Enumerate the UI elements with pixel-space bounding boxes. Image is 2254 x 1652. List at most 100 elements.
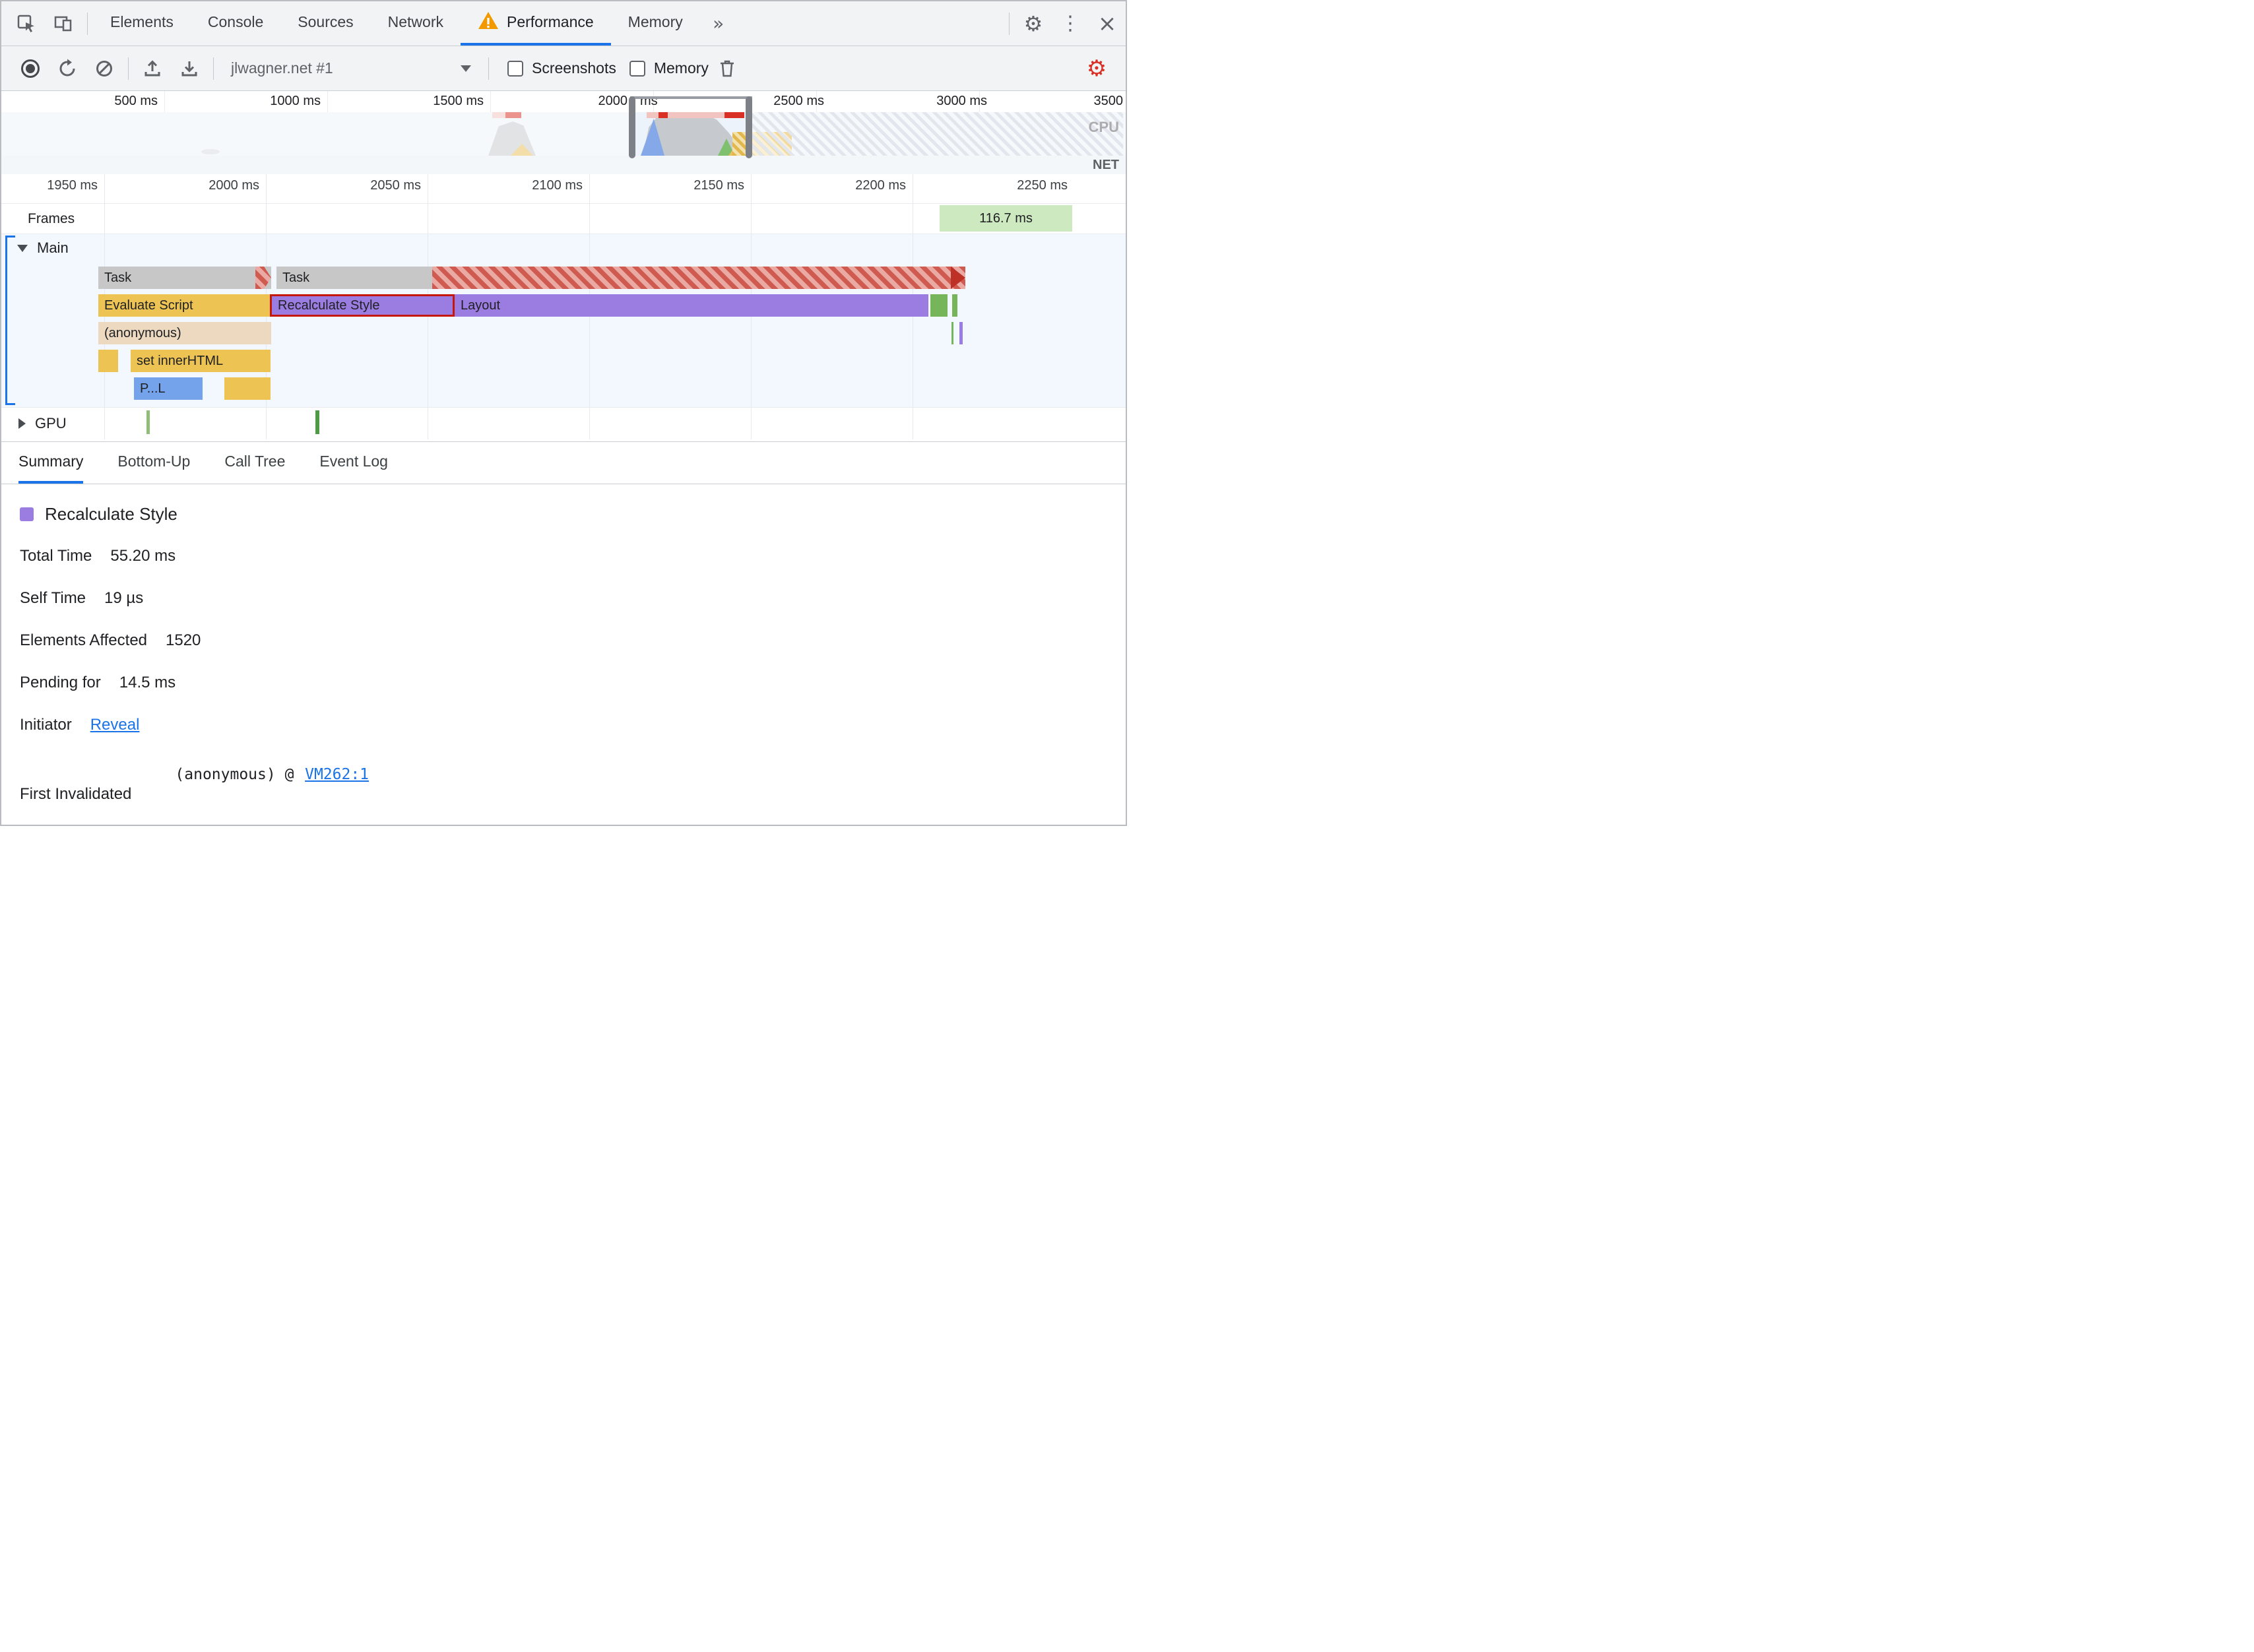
profile-select[interactable]: jlwagner.net #1: [219, 59, 483, 77]
net-overview-band: [1, 156, 1126, 174]
summary-row-elements-affected: Elements Affected 1520: [20, 631, 201, 649]
flame-bar-set-innerhtml[interactable]: set innerHTML: [131, 350, 271, 372]
save-profile-icon[interactable]: [171, 50, 208, 87]
load-profile-icon[interactable]: [134, 50, 171, 87]
frames-track-label[interactable]: Frames: [28, 211, 75, 227]
gpu-activity-mark[interactable]: [146, 410, 150, 434]
capture-settings-gear-icon[interactable]: ⚙: [1078, 50, 1115, 87]
flame-bar-task-1[interactable]: Task: [98, 267, 271, 289]
ruler-tick: 1950 ms: [47, 178, 98, 193]
selection-window-edge[interactable]: [630, 96, 752, 99]
selection-handle-left[interactable]: [629, 96, 635, 158]
event-title: Recalculate Style: [45, 503, 177, 524]
gpu-activity-mark[interactable]: [315, 410, 319, 434]
screenshots-checkbox[interactable]: [507, 60, 523, 77]
long-task-marker: [724, 112, 744, 118]
overview-tick: 2000: [598, 94, 628, 108]
screenshots-toggle: Screenshots: [507, 59, 616, 77]
divider: [87, 12, 88, 35]
timeline-overview[interactable]: 500 ms 1000 ms 1500 ms 2000 ms 2500 ms 3…: [1, 91, 1126, 174]
summary-row-pending-for: Pending for 14.5 ms: [20, 674, 176, 691]
overview-tick: 1500 ms: [433, 94, 484, 108]
details-tabbar: Summary Bottom-Up Call Tree Event Log: [1, 441, 1126, 484]
close-devtools-icon[interactable]: ×: [1089, 5, 1126, 42]
flame-bar-anonymous[interactable]: (anonymous): [98, 322, 271, 344]
source-location-link[interactable]: VM262:1: [305, 766, 369, 783]
long-task-tip: [255, 267, 271, 289]
trash-icon[interactable]: [709, 50, 746, 87]
record-icon[interactable]: [12, 50, 49, 87]
flame-bar-parse-html[interactable]: P...L: [134, 377, 203, 400]
tab-summary[interactable]: Summary: [18, 442, 84, 484]
memory-checkbox[interactable]: [629, 60, 645, 77]
tab-bottom-up[interactable]: Bottom-Up: [117, 442, 190, 484]
overview-dim-right: [751, 112, 1126, 156]
inspect-element-icon[interactable]: [8, 5, 45, 42]
more-options-icon[interactable]: ⋮: [1052, 5, 1089, 42]
devtools-tabbar: Elements Console Sources Network Perform…: [1, 1, 1126, 46]
devtools-window: Elements Console Sources Network Perform…: [0, 0, 1127, 826]
summary-row-self-time: Self Time 19 µs: [20, 589, 144, 607]
tab-event-log[interactable]: Event Log: [319, 442, 388, 484]
flame-bar-task-2[interactable]: Task: [276, 267, 965, 289]
settings-gear-icon[interactable]: ⚙: [1015, 5, 1052, 42]
overview-tick: 3500: [1093, 94, 1124, 108]
tab-elements[interactable]: Elements: [93, 1, 191, 46]
reveal-link[interactable]: Reveal: [90, 716, 140, 734]
frame-duration-block[interactable]: 116.7 ms: [940, 205, 1072, 232]
ruler-tick: 2100 ms: [532, 178, 583, 193]
flame-bar-paint-small[interactable]: [952, 294, 957, 317]
divider: [128, 57, 129, 80]
more-tabs-icon[interactable]: »: [700, 5, 737, 42]
clear-icon[interactable]: [86, 50, 123, 87]
flame-bar-paint[interactable]: [930, 294, 948, 317]
expand-triangle-icon[interactable]: [18, 418, 26, 429]
flame-bar-evaluate-script[interactable]: Evaluate Script: [98, 294, 271, 317]
flame-sliver-purple[interactable]: [959, 322, 963, 344]
tab-memory[interactable]: Memory: [611, 1, 700, 46]
ruler-tick: 2200 ms: [855, 178, 906, 193]
event-color-swatch: [20, 507, 34, 521]
divider: [1009, 12, 1010, 35]
main-track-focus-bracket: [5, 236, 15, 405]
flame-bar-script-small-2[interactable]: [224, 377, 271, 400]
event-legend: Recalculate Style: [20, 504, 1126, 524]
tab-console[interactable]: Console: [191, 1, 280, 46]
summary-row-first-invalidated: First Invalidated (anonymous) @ VM262:1: [20, 766, 370, 803]
flame-sliver-green[interactable]: [951, 322, 953, 344]
gpu-track-header[interactable]: GPU: [18, 415, 67, 432]
performance-toolbar: jlwagner.net #1 Screenshots Memory ⚙: [1, 46, 1126, 91]
long-task-stripes: [432, 267, 965, 289]
warning-icon: [478, 11, 499, 34]
tab-call-tree[interactable]: Call Tree: [224, 442, 285, 484]
memory-toggle: Memory: [629, 59, 709, 77]
overview-tick: 1000 ms: [270, 94, 321, 108]
flame-bar-script-small[interactable]: [98, 350, 118, 372]
ruler-tick: 2250 ms: [1017, 178, 1068, 193]
ruler-tick: 2150 ms: [693, 178, 744, 193]
divider: [1, 407, 1126, 408]
tab-network[interactable]: Network: [371, 1, 461, 46]
ruler-tick: 2000 ms: [209, 178, 259, 193]
long-task-tip: [951, 267, 965, 289]
summary-panel: Recalculate Style Total Time 55.20 ms Se…: [1, 484, 1126, 825]
timeline-detail[interactable]: 1950 ms 2000 ms 2050 ms 2100 ms 2150 ms …: [1, 174, 1126, 441]
tab-performance[interactable]: Performance: [461, 1, 611, 46]
divider: [213, 57, 214, 80]
summary-row-initiator: Initiator Reveal: [20, 716, 140, 734]
invalidation-stack-frame: (anonymous) @: [175, 766, 294, 783]
main-track-header[interactable]: Main: [17, 239, 69, 257]
net-band-label: NET: [1093, 158, 1119, 172]
reload-and-record-icon[interactable]: [49, 50, 86, 87]
device-toolbar-icon[interactable]: [45, 5, 82, 42]
long-task-marker: [659, 112, 668, 118]
divider: [1, 203, 1126, 204]
summary-row-total-time: Total Time 55.20 ms: [20, 547, 176, 565]
selection-handle-right[interactable]: [746, 96, 752, 158]
ruler-tick: 2050 ms: [370, 178, 421, 193]
collapse-triangle-icon[interactable]: [17, 244, 28, 252]
overview-dim-left: [1, 112, 630, 156]
tab-sources[interactable]: Sources: [280, 1, 370, 46]
flame-bar-layout[interactable]: Layout: [455, 294, 928, 317]
flame-bar-recalculate-style[interactable]: Recalculate Style: [270, 294, 455, 317]
